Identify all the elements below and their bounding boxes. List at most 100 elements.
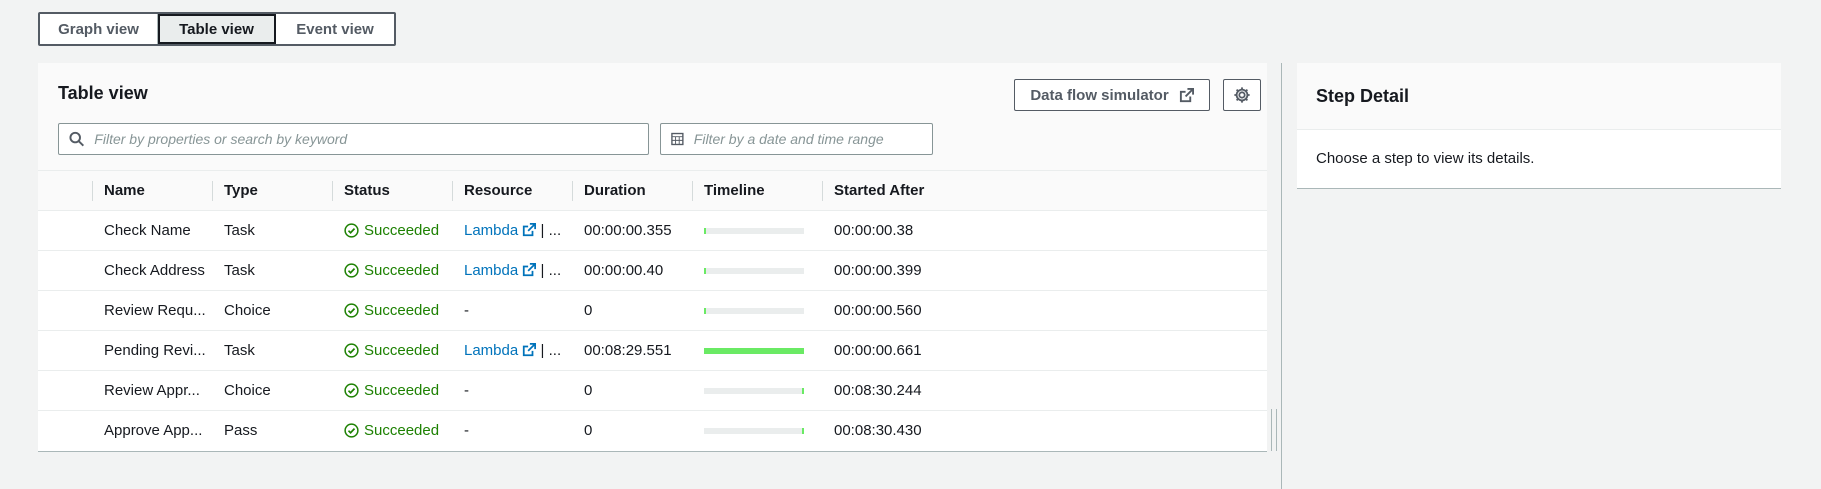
step-name[interactable]: Check Name [92,210,212,251]
status-cell: Succeeded [332,330,452,371]
date-range-filter [660,123,933,155]
table-row[interactable]: Check Address Task Succeeded Lambda | ... 00… [38,250,1267,291]
step-started-after: 00:00:00.560 [822,290,952,331]
status-cell: Succeeded [332,210,452,251]
table-header-row: Name Type Status Resource Duration Timel… [38,170,1267,211]
gear-icon [1234,87,1250,103]
row-spacer-cell [952,250,1267,291]
row-spacer-cell [952,290,1267,331]
panel-title: Table view [58,83,148,103]
resource-cell: Lambda | ... [452,210,572,251]
timeline-bar [704,227,804,234]
resource-cell: - [452,290,572,331]
column-header-started-after[interactable]: Started After [822,170,952,211]
step-type: Task [212,250,332,291]
step-duration: 0 [572,290,692,331]
data-flow-simulator-button[interactable]: Data flow simulator [1014,79,1210,111]
timeline-bar-fill [802,427,804,434]
status-cell: Succeeded [332,410,452,451]
check-circle-icon [344,423,359,438]
timeline-bar [704,387,804,394]
resource-link[interactable]: Lambda [464,262,518,279]
status-label: Succeeded [364,222,440,239]
step-name[interactable]: Review Appr... [92,370,212,411]
column-header-timeline[interactable]: Timeline [692,170,822,211]
tab-table-view[interactable]: Table view [158,14,276,44]
column-header-status[interactable]: Status [332,170,452,211]
external-link-icon[interactable] [522,223,537,237]
row-expand-cell [38,370,92,411]
row-spacer-cell [952,370,1267,411]
timeline-bar [704,347,804,354]
status-label: Succeeded [364,342,440,359]
step-detail-panel: Step Detail Choose a step to view its de… [1297,63,1781,189]
row-expand-cell [38,410,92,451]
view-segmented-control: Graph view Table view Event view [38,12,396,46]
timeline-bar [704,427,804,434]
status-cell: Succeeded [332,290,452,331]
resource-cell: - [452,370,572,411]
check-circle-icon [344,263,359,278]
resource-link[interactable]: Lambda [464,342,518,359]
column-header-resource[interactable]: Resource [452,170,572,211]
timeline-bar-fill [802,387,804,394]
tab-event-view[interactable]: Event view [276,14,394,44]
status-label: Succeeded [364,422,440,440]
search-input[interactable] [94,131,648,147]
step-duration: 0 [572,410,692,451]
resource-more: | ... [536,222,562,239]
column-timeline-label: Timeline [704,182,765,199]
table-row[interactable]: Approve App... Pass Succeeded - 0 00:08:30.43… [38,410,1267,451]
timeline-cell [692,250,822,291]
step-duration: 0 [572,370,692,411]
preferences-button[interactable] [1223,79,1261,111]
table-row[interactable]: Check Name Task Succeeded Lambda | ... 00:00… [38,210,1267,251]
row-expand-cell [38,290,92,331]
step-name[interactable]: Pending Revi... [92,330,212,371]
column-header-name[interactable]: Name [92,170,212,211]
step-type: Choice [212,290,332,331]
step-name[interactable]: Check Address [92,250,212,291]
table-row[interactable]: Pending Revi... Task Succeeded Lambda | ...… [38,330,1267,371]
timeline-cell [692,210,822,251]
column-duration-label: Duration [584,182,646,199]
check-circle-icon [344,343,359,358]
tab-graph-view[interactable]: Graph view [40,14,158,44]
column-name-label: Name [104,182,145,199]
timeline-bar-fill [704,227,706,234]
table-row[interactable]: Review Appr... Choice Succeeded - 0 00:08:30.… [38,370,1267,411]
external-link-icon[interactable] [522,263,537,277]
resource-cell: Lambda | ... [452,330,572,371]
status-cell: Succeeded [332,250,452,291]
timeline-cell [692,290,822,331]
status-label: Succeeded [364,262,440,279]
column-header-duration[interactable]: Duration [572,170,692,211]
column-header-type[interactable]: Type [212,170,332,211]
external-link-icon[interactable] [522,343,537,357]
resource-text: - [464,302,469,319]
step-name[interactable]: Approve App... [92,410,212,451]
column-header-spacer [952,170,1267,211]
resource-text: - [464,382,469,399]
status-label: Succeeded [364,302,440,319]
column-status-label: Status [344,182,390,199]
resource-link[interactable]: Lambda [464,222,518,239]
timeline-bar [704,307,804,314]
resize-handle[interactable] [1271,409,1277,451]
date-range-input[interactable] [693,131,932,147]
step-name[interactable]: Review Requ... [92,290,212,331]
step-detail-message: Choose a step to view its details. [1316,150,1535,167]
step-started-after: 00:08:30.430 [822,410,952,451]
resource-more: | ... [536,342,562,359]
check-circle-icon [344,223,359,238]
external-link-icon [1179,87,1194,102]
panel-divider [1281,63,1282,489]
table-row[interactable]: Review Requ... Choice Succeeded - 0 00:00:00.… [38,290,1267,331]
row-expand-cell [38,330,92,371]
calendar-icon [671,132,684,146]
step-type: Task [212,330,332,371]
row-expand-cell [38,250,92,291]
check-circle-icon [344,383,359,398]
property-filter [58,123,649,155]
status-cell: Succeeded [332,370,452,411]
